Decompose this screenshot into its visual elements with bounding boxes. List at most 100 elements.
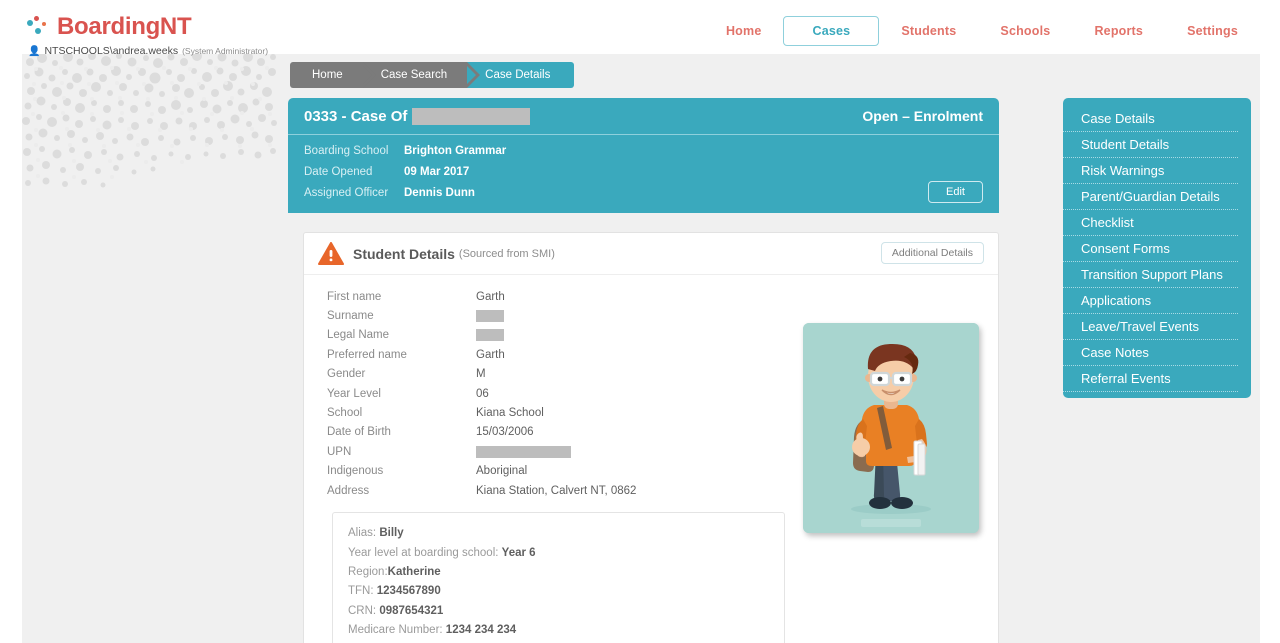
extra-row-crn: CRN: 0987654321 bbox=[333, 602, 784, 621]
field-value bbox=[476, 445, 571, 458]
extra-label: CRN: bbox=[348, 604, 377, 617]
extra-row-region: Region:Katherine bbox=[333, 563, 784, 582]
field-label: Assigned Officer bbox=[304, 187, 389, 199]
extra-row-alias: Alias: Billy bbox=[333, 524, 784, 543]
field-value: M bbox=[476, 368, 486, 381]
breadcrumb-item-home[interactable]: Home bbox=[290, 62, 376, 88]
breadcrumb-item-case-details[interactable]: Case Details bbox=[467, 62, 575, 88]
logged-in-user: 👤 NTSCHOOLS\andrea.weeks (System Adminis… bbox=[28, 45, 268, 57]
extra-value: Billy bbox=[379, 527, 404, 540]
nav-item-cases[interactable]: Cases bbox=[783, 16, 880, 46]
case-field-boarding-school: Boarding School Brighton Grammar bbox=[304, 145, 983, 157]
field-value: 09 Mar 2017 bbox=[404, 166, 470, 178]
extra-label: Year level at boarding school: bbox=[348, 546, 499, 559]
field-row-preferred-name: Preferred name Garth bbox=[318, 345, 748, 364]
breadcrumb: Home Case Search Case Details bbox=[290, 62, 575, 88]
field-value: Aboriginal bbox=[476, 465, 528, 478]
case-field-assigned-officer: Assigned Officer Dennis Dunn bbox=[304, 187, 983, 199]
menu-item-risk-warnings[interactable]: Risk Warnings bbox=[1063, 158, 1238, 184]
edit-button[interactable]: Edit bbox=[928, 181, 983, 203]
menu-item-applications[interactable]: Applications bbox=[1063, 288, 1238, 314]
menu-item-case-details[interactable]: Case Details bbox=[1063, 106, 1238, 132]
field-label: Address bbox=[327, 484, 370, 497]
field-label: Date of Birth bbox=[327, 426, 391, 439]
field-row-date-of-birth: Date of Birth 15/03/2006 bbox=[318, 423, 748, 442]
field-value: Kiana School bbox=[476, 407, 544, 420]
menu-item-checklist[interactable]: Checklist bbox=[1063, 210, 1238, 236]
field-value bbox=[476, 310, 504, 323]
field-row-year-level: Year Level 06 bbox=[318, 384, 748, 403]
menu-item-leave-travel-events[interactable]: Leave/Travel Events bbox=[1063, 314, 1238, 340]
case-fields: Boarding School Brighton Grammar Date Op… bbox=[288, 135, 999, 203]
field-value bbox=[476, 329, 504, 342]
breadcrumb-arrow-icon bbox=[467, 62, 481, 88]
extra-value: Year 6 bbox=[501, 546, 536, 559]
menu-item-consent-forms[interactable]: Consent Forms bbox=[1063, 236, 1238, 262]
menu-item-student-details[interactable]: Student Details bbox=[1063, 132, 1238, 158]
field-value: Garth bbox=[476, 348, 505, 361]
field-label: School bbox=[327, 407, 363, 420]
nav-item-students[interactable]: Students bbox=[879, 17, 978, 45]
extra-value: 1234 234 234 bbox=[445, 624, 517, 637]
extra-label: Region: bbox=[348, 566, 388, 579]
brand-name: BoardingNT bbox=[57, 13, 192, 40]
brand-dots-icon bbox=[27, 16, 49, 38]
field-value: Brighton Grammar bbox=[404, 145, 507, 157]
redaction-bar bbox=[476, 310, 504, 323]
menu-item-parent-guardian-details[interactable]: Parent/Guardian Details bbox=[1063, 184, 1238, 210]
user-icon: 👤 bbox=[28, 46, 41, 57]
extra-row-tfn: TFN: 1234567890 bbox=[333, 582, 784, 601]
nav-item-settings[interactable]: Settings bbox=[1165, 17, 1260, 45]
extra-label: Medicare Number: bbox=[348, 624, 443, 637]
field-row-indigenous: Indigenous Aboriginal bbox=[318, 462, 748, 481]
main-navigation: Home Cases Students Schools Reports Sett… bbox=[704, 16, 1260, 46]
student-field-list: First name Garth Surname Legal Name Pref… bbox=[318, 287, 748, 500]
breadcrumb-arrow-icon bbox=[362, 62, 376, 88]
nav-item-home[interactable]: Home bbox=[704, 17, 784, 45]
case-title-text: 0333 - Case Of bbox=[304, 107, 408, 125]
extra-row-year-level-boarding: Year level at boarding school: Year 6 bbox=[333, 544, 784, 563]
field-row-first-name: First name Garth bbox=[318, 287, 748, 306]
warning-triangle-icon bbox=[318, 241, 344, 266]
field-row-surname: Surname bbox=[318, 306, 748, 325]
breadcrumb-label: Case Search bbox=[380, 69, 448, 81]
nav-item-schools[interactable]: Schools bbox=[978, 17, 1072, 45]
brand-logo[interactable]: BoardingNT bbox=[27, 13, 192, 41]
student-details-card: Student Details (Sourced from SMI) Addit… bbox=[303, 232, 999, 643]
field-value: 15/03/2006 bbox=[476, 426, 534, 439]
case-title-row: 0333 - Case Of Open – Enrolment bbox=[288, 98, 999, 135]
field-label: Preferred name bbox=[327, 348, 407, 361]
field-value: Kiana Station, Calvert NT, 0862 bbox=[476, 484, 637, 497]
extra-value: Katherine bbox=[387, 566, 441, 579]
extra-label: TFN: bbox=[348, 585, 374, 598]
extra-value: 0987654321 bbox=[379, 604, 444, 617]
field-row-gender: Gender M bbox=[318, 365, 748, 384]
case-name-redaction bbox=[412, 107, 531, 125]
redaction-bar bbox=[476, 329, 504, 342]
extra-label: Alias: bbox=[348, 527, 377, 540]
field-label: Gender bbox=[327, 368, 366, 381]
field-row-upn: UPN bbox=[318, 442, 748, 461]
field-value: Dennis Dunn bbox=[404, 187, 475, 199]
student-details-title: Student Details bbox=[353, 245, 455, 262]
breadcrumb-label: Home bbox=[312, 69, 343, 81]
field-value: Garth bbox=[476, 290, 505, 303]
case-header-card: 0333 - Case Of Open – Enrolment Boarding… bbox=[288, 98, 999, 213]
breadcrumb-item-case-search[interactable]: Case Search bbox=[362, 62, 481, 88]
extra-value: 1234567890 bbox=[376, 585, 441, 598]
field-value: 06 bbox=[476, 387, 489, 400]
menu-item-referral-events[interactable]: Referral Events bbox=[1063, 366, 1238, 392]
menu-item-case-notes[interactable]: Case Notes bbox=[1063, 340, 1238, 366]
student-details-body: First name Garth Surname Legal Name Pref… bbox=[304, 275, 998, 643]
additional-details-button[interactable]: Additional Details bbox=[880, 242, 984, 264]
field-label: Legal Name bbox=[327, 329, 390, 342]
field-label: First name bbox=[327, 290, 382, 303]
breadcrumb-label: Case Details bbox=[485, 69, 551, 81]
student-photo bbox=[803, 323, 979, 533]
nav-item-reports[interactable]: Reports bbox=[1072, 17, 1165, 45]
case-status: Open – Enrolment bbox=[862, 108, 983, 124]
user-role: (System Administrator) bbox=[182, 46, 269, 56]
field-label: UPN bbox=[327, 445, 352, 458]
menu-item-transition-support-plans[interactable]: Transition Support Plans bbox=[1063, 262, 1238, 288]
field-row-legal-name: Legal Name bbox=[318, 326, 748, 345]
